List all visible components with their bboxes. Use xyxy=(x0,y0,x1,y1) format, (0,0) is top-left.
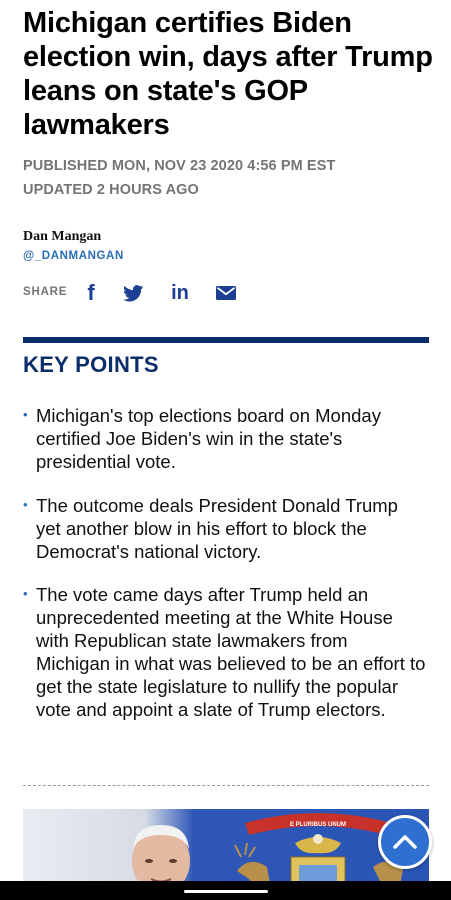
key-point-text: The vote came days after Trump held an u… xyxy=(36,584,426,720)
bullet-icon: • xyxy=(23,497,28,512)
scroll-to-top-button[interactable] xyxy=(378,815,432,869)
share-bar: SHARE f in xyxy=(23,280,323,306)
share-label: SHARE xyxy=(23,286,68,298)
key-point-text: The outcome deals President Donald Trump… xyxy=(36,495,398,562)
key-point-text: Michigan's top elections board on Monday… xyxy=(36,405,381,472)
flag-banner-text: E PLURIBUS UNUM xyxy=(290,822,346,828)
linkedin-icon[interactable]: in xyxy=(169,280,191,306)
author-name[interactable]: Dan Mangan xyxy=(23,229,101,245)
article-page: Michigan certifies Biden election win, d… xyxy=(0,0,451,900)
author-twitter-handle[interactable]: @_DANMANGAN xyxy=(23,250,124,262)
bullet-icon: • xyxy=(23,407,28,422)
chevron-up-icon xyxy=(393,835,417,849)
updated-timestamp: UPDATED 2 HOURS AGO xyxy=(23,182,199,198)
facebook-glyph: f xyxy=(87,280,95,305)
key-points-top-rule xyxy=(23,337,429,343)
bullet-icon: • xyxy=(23,586,28,601)
section-divider xyxy=(23,785,429,786)
email-icon[interactable] xyxy=(215,280,237,306)
home-indicator[interactable] xyxy=(184,890,268,893)
facebook-icon[interactable]: f xyxy=(83,280,99,306)
article-headline: Michigan certifies Biden election win, d… xyxy=(23,7,433,141)
twitter-icon[interactable] xyxy=(122,280,144,306)
linkedin-glyph: in xyxy=(171,282,189,304)
published-timestamp: PUBLISHED MON, NOV 23 2020 4:56 PM EST xyxy=(23,158,336,174)
key-points-title: KEY POINTS xyxy=(23,352,159,377)
